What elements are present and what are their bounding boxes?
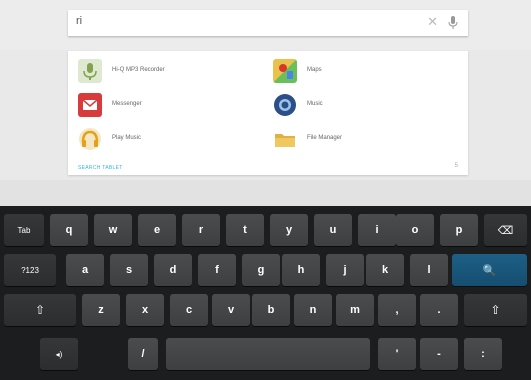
- key-tab[interactable]: Tab: [4, 214, 44, 246]
- key-t[interactable]: t: [226, 214, 264, 246]
- key-o[interactable]: o: [396, 214, 434, 246]
- results-background: [0, 180, 531, 206]
- key-d[interactable]: d: [154, 254, 192, 286]
- speaker-icon[interactable]: ◂): [40, 338, 78, 370]
- search-key-icon[interactable]: 🔍: [452, 254, 527, 286]
- key-v[interactable]: v: [212, 294, 250, 326]
- key-s[interactable]: s: [110, 254, 148, 286]
- key-comma[interactable]: ,: [378, 294, 416, 326]
- key-k[interactable]: k: [366, 254, 404, 286]
- app-result-music[interactable]: Music: [273, 93, 463, 121]
- on-screen-keyboard: Tab q w e r t y u i o p ⌫ ?123 a s d f g…: [0, 206, 531, 380]
- search-bar-area: ri ✕: [0, 0, 531, 50]
- app-label: Messenger: [112, 101, 142, 107]
- key-y[interactable]: y: [270, 214, 308, 246]
- app-label: File Manager: [307, 135, 343, 141]
- backspace-icon[interactable]: ⌫: [484, 214, 527, 246]
- app-label: Play Music: [112, 135, 142, 141]
- key-z[interactable]: z: [82, 294, 120, 326]
- key-slash[interactable]: /: [128, 338, 158, 370]
- search-results-card: Hi-Q MP3 Recorder Maps Messenger Music P…: [68, 51, 468, 175]
- key-space[interactable]: [166, 338, 370, 370]
- maps-app-icon: [273, 59, 297, 83]
- search-query-text: ri: [76, 15, 83, 27]
- key-e[interactable]: e: [138, 214, 176, 246]
- key-w[interactable]: w: [94, 214, 132, 246]
- key-symbols[interactable]: ?123: [4, 254, 56, 286]
- results-count: 5: [454, 163, 458, 169]
- key-i[interactable]: i: [358, 214, 396, 246]
- key-g[interactable]: g: [242, 254, 280, 286]
- key-period[interactable]: .: [420, 294, 458, 326]
- key-a[interactable]: a: [66, 254, 104, 286]
- app-result-play-music[interactable]: Play Music: [78, 127, 268, 155]
- key-colon[interactable]: :: [464, 338, 502, 370]
- app-result-maps[interactable]: Maps: [273, 59, 463, 87]
- headphones-app-icon: [78, 127, 102, 151]
- key-f[interactable]: f: [198, 254, 236, 286]
- key-m[interactable]: m: [336, 294, 374, 326]
- key-n[interactable]: n: [294, 294, 332, 326]
- shift-left-icon[interactable]: ⇧: [4, 294, 76, 326]
- key-h[interactable]: h: [282, 254, 320, 286]
- clear-icon[interactable]: ✕: [427, 14, 438, 30]
- key-q[interactable]: q: [50, 214, 88, 246]
- app-result-messenger[interactable]: Messenger: [78, 93, 268, 121]
- app-label: Music: [307, 101, 323, 107]
- key-apostrophe[interactable]: ': [378, 338, 416, 370]
- key-p[interactable]: p: [440, 214, 478, 246]
- key-dash[interactable]: -: [420, 338, 458, 370]
- key-x[interactable]: x: [126, 294, 164, 326]
- mic-icon[interactable]: [448, 16, 458, 30]
- key-r[interactable]: r: [182, 214, 220, 246]
- app-label: Hi-Q MP3 Recorder: [112, 67, 165, 73]
- key-l[interactable]: l: [410, 254, 448, 286]
- search-input[interactable]: ri ✕: [68, 10, 468, 36]
- key-u[interactable]: u: [314, 214, 352, 246]
- key-c[interactable]: c: [170, 294, 208, 326]
- app-result-file-manager[interactable]: File Manager: [273, 127, 463, 155]
- key-j[interactable]: j: [326, 254, 364, 286]
- music-app-icon: [273, 93, 297, 117]
- shift-right-icon[interactable]: ⇧: [464, 294, 527, 326]
- search-tablet-link[interactable]: SEARCH TABLET: [78, 165, 123, 171]
- key-b[interactable]: b: [252, 294, 290, 326]
- messenger-app-icon: [78, 93, 102, 117]
- folder-app-icon: [273, 127, 297, 151]
- app-label: Maps: [307, 67, 322, 73]
- microphone-app-icon: [78, 59, 102, 83]
- app-result-hiq-recorder[interactable]: Hi-Q MP3 Recorder: [78, 59, 268, 87]
